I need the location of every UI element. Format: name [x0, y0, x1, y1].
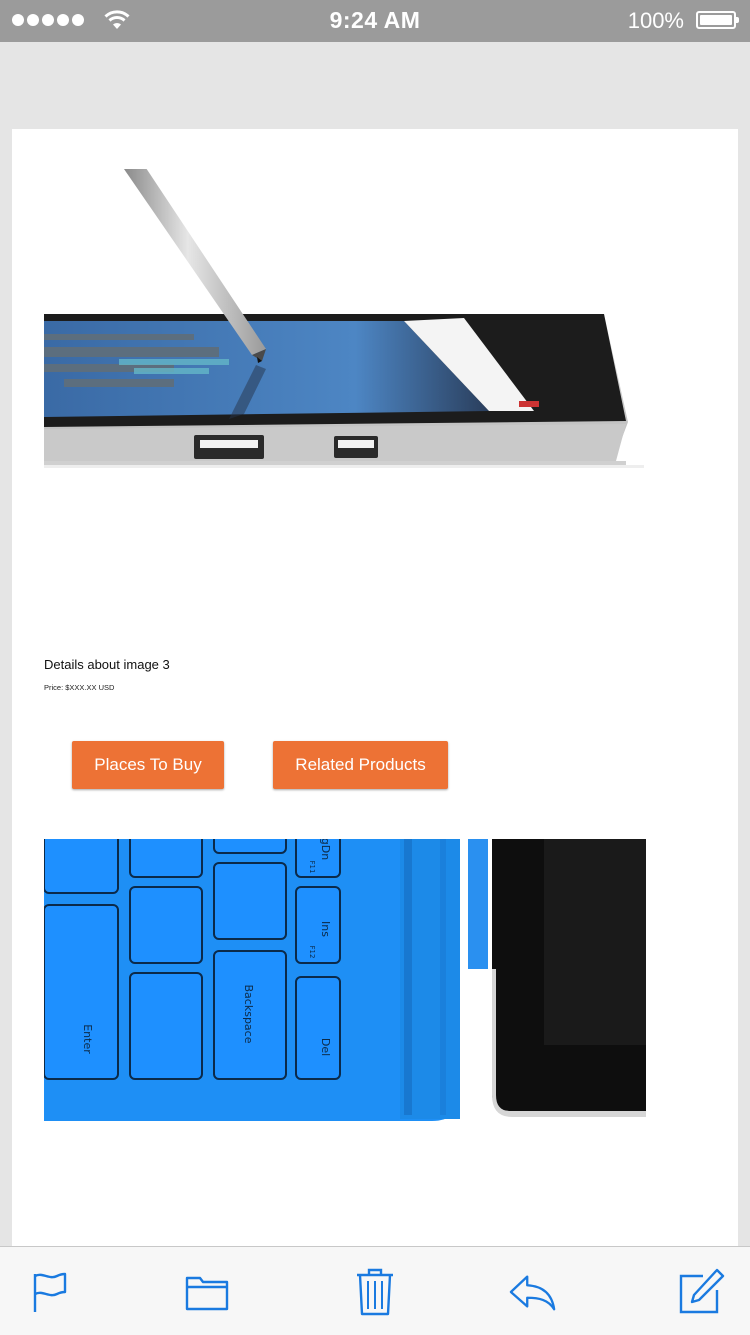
reply-icon [509, 1275, 556, 1311]
key-pgdn-label: gDn [319, 839, 332, 860]
battery-full-icon [696, 11, 739, 29]
battery-percentage: 100% [627, 8, 684, 33]
status-bar: 9:24 AM 100% [0, 0, 750, 42]
content-card: Details about image 3 Price: $XXX.XX USD… [12, 129, 738, 1249]
bottom-toolbar [0, 1246, 750, 1335]
product-image-tablet[interactable] [44, 169, 646, 479]
key-f11-label: F11 [308, 861, 316, 874]
trash-button[interactable] [350, 1267, 400, 1317]
places-to-buy-button[interactable]: Places To Buy [72, 741, 224, 789]
key-backspace-label: Backspace [242, 985, 255, 1044]
compose-button[interactable] [676, 1267, 726, 1317]
key-f12-label: F12 [308, 946, 316, 959]
related-products-button[interactable]: Related Products [273, 741, 448, 789]
key-del-label: Del [319, 1038, 332, 1056]
trash-icon [357, 1268, 393, 1316]
product-image-keyboard[interactable]: Enter Backspace Del Ins F12 F11 gDn [44, 839, 646, 1124]
folder-icon [185, 1276, 229, 1311]
details-title: Details about image 3 [44, 657, 170, 672]
price-label: Price: $XXX.XX USD [44, 683, 115, 692]
key-ins-label: Ins [319, 921, 332, 937]
compose-icon [679, 1268, 725, 1314]
reply-button[interactable] [508, 1267, 558, 1317]
folder-button[interactable] [182, 1267, 232, 1317]
flag-button[interactable] [24, 1267, 74, 1317]
key-enter-label: Enter [81, 1024, 94, 1054]
flag-icon [33, 1272, 67, 1312]
